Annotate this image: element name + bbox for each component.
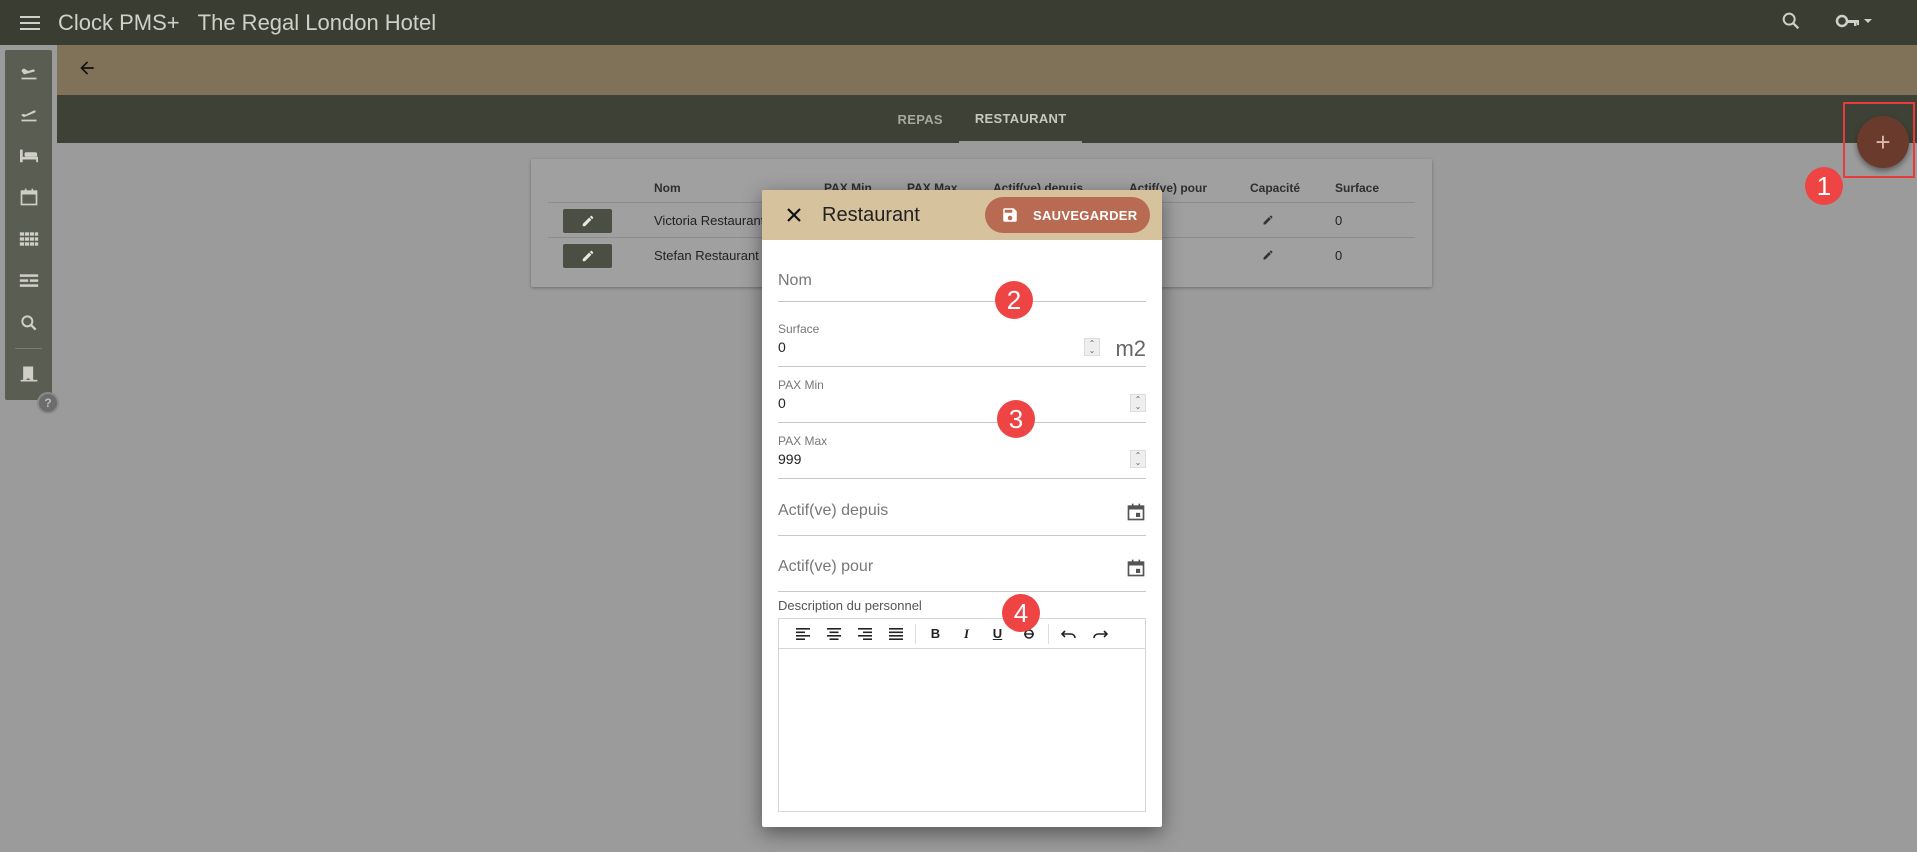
restaurant-name: Stefan Restaurant [654, 248, 759, 263]
step-marker-4: 4 [1002, 594, 1040, 632]
close-icon[interactable] [782, 203, 806, 227]
actif-depuis-field[interactable]: Actif(ve) depuis [778, 496, 1146, 536]
pax-min-field[interactable]: PAX Min 0 ⌃ ⌄ [778, 378, 1146, 423]
pax-min-value[interactable]: 0 [778, 395, 1146, 411]
align-justify-icon[interactable] [880, 622, 911, 646]
step-marker-2: 2 [995, 281, 1033, 319]
sidebar-divider [15, 348, 42, 349]
pax-max-label: PAX Max [778, 434, 828, 448]
step-marker-3: 3 [997, 400, 1035, 438]
pencil-icon[interactable] [1262, 213, 1274, 231]
app-title: Clock PMS+ [58, 9, 180, 35]
undo-icon[interactable] [1053, 622, 1084, 646]
rate-icon[interactable] [5, 260, 52, 302]
pencil-icon [582, 215, 593, 227]
surface-unit: m2 [1115, 336, 1146, 361]
align-center-icon[interactable] [818, 622, 849, 646]
actif-pour-placeholder: Actif(ve) pour [778, 558, 874, 575]
save-icon [1003, 208, 1017, 222]
toolbar-divider [915, 623, 916, 644]
bold-icon[interactable]: B [920, 622, 951, 646]
arrow-back-icon[interactable] [77, 58, 97, 83]
actif-pour-field[interactable]: Actif(ve) pour [778, 552, 1146, 592]
surface-field[interactable]: Surface 0 ⌃ ⌄ m2 [778, 322, 1146, 367]
column-header-surface[interactable]: Surface [1335, 181, 1379, 195]
italic-icon[interactable]: I [951, 622, 982, 646]
key-icon[interactable] [1835, 10, 1875, 32]
tab-repas[interactable]: REPAS [882, 95, 959, 143]
tab-bar: REPAS RESTAURANT [57, 95, 1917, 143]
surface-label: Surface [778, 322, 820, 336]
restaurant-surface: 0 [1335, 248, 1343, 263]
highlight-box [1843, 102, 1915, 178]
description-editor: B I U [778, 618, 1146, 812]
save-label: SAUVEGARDER [1033, 207, 1138, 223]
bookmark-icon[interactable] [5, 353, 52, 395]
pax-max-stepper[interactable]: ⌃ ⌄ [1130, 450, 1146, 468]
edit-button[interactable] [563, 244, 612, 268]
calendar-icon[interactable] [1126, 558, 1146, 583]
nom-placeholder: Nom [778, 272, 812, 289]
column-header-nom[interactable]: Nom [654, 181, 681, 195]
calendar-icon[interactable] [1126, 502, 1146, 527]
search-icon[interactable] [1780, 10, 1802, 37]
menu-icon[interactable] [0, 0, 60, 45]
dialog-header: Restaurant SAUVEGARDER [762, 190, 1162, 240]
pax-max-field[interactable]: PAX Max 999 ⌃ ⌄ [778, 434, 1146, 479]
departure-icon[interactable] [5, 92, 52, 134]
pax-max-value[interactable]: 999 [778, 451, 1146, 467]
chevron-down-icon[interactable] [1861, 16, 1875, 26]
grid-icon[interactable] [5, 218, 52, 260]
editor-toolbar: B I U [779, 619, 1145, 649]
bed-icon[interactable] [5, 134, 52, 176]
tab-restaurant[interactable]: RESTAURANT [958, 95, 1083, 143]
column-header-capacite[interactable]: Capacité [1250, 181, 1300, 195]
step-marker-1: 1 [1805, 167, 1843, 205]
calendar-icon[interactable] [5, 176, 52, 218]
pencil-icon[interactable] [1262, 248, 1274, 266]
arrival-icon[interactable] [5, 50, 52, 92]
align-left-icon[interactable] [787, 622, 818, 646]
surface-stepper[interactable]: ⌃ ⌄ [1084, 338, 1100, 356]
page-header [57, 45, 1917, 95]
sidebar [5, 50, 52, 400]
description-label: Description du personnel [778, 598, 922, 613]
pencil-icon [582, 250, 593, 262]
edit-button[interactable] [563, 209, 612, 233]
restaurant-dialog: Restaurant SAUVEGARDER Nom Surface 0 ⌃ ⌄ … [762, 190, 1162, 827]
hotel-name[interactable]: The Regal London Hotel [198, 10, 437, 36]
pax-min-label: PAX Min [778, 378, 824, 392]
dialog-title: Restaurant [822, 203, 920, 226]
restaurant-name: Victoria Restaurant [654, 213, 765, 228]
redo-icon[interactable] [1084, 622, 1115, 646]
actif-depuis-placeholder: Actif(ve) depuis [778, 502, 889, 519]
restaurant-surface: 0 [1335, 213, 1343, 228]
pax-min-stepper[interactable]: ⌃ ⌄ [1130, 394, 1146, 412]
align-right-icon[interactable] [849, 622, 880, 646]
help-icon[interactable]: ? [37, 392, 59, 414]
toolbar-divider [1048, 623, 1049, 644]
search-icon[interactable] [5, 302, 52, 344]
nom-field[interactable]: Nom [778, 272, 1146, 302]
top-app-bar: Clock PMS+ The Regal London Hotel [0, 0, 1917, 45]
save-button[interactable]: SAUVEGARDER [985, 197, 1150, 233]
